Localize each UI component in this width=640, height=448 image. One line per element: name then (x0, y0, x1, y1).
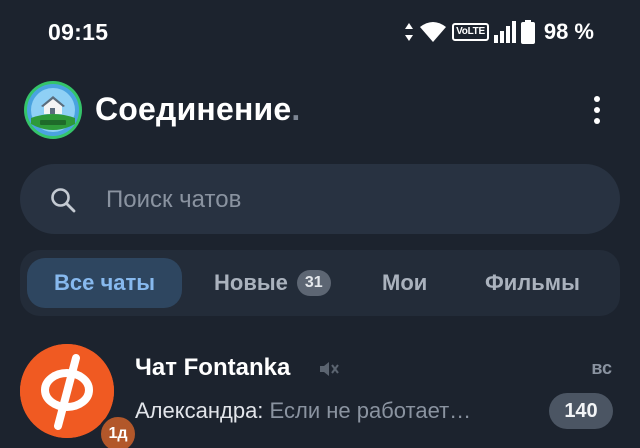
title-text: Соединение (95, 91, 292, 127)
house-logo-icon[interactable] (24, 81, 82, 139)
chat-time: вс (591, 358, 612, 378)
data-arrows-icon (405, 23, 414, 41)
status-icons: VoLTE 98 % (404, 18, 594, 46)
title-suffix: . (291, 91, 301, 127)
volte-icon: VoLTE (452, 23, 489, 41)
more-vertical-icon[interactable] (584, 90, 610, 130)
tab-new[interactable]: Новые 31 (214, 258, 331, 308)
mute-icon (320, 362, 339, 376)
tab-mine[interactable]: Мои (382, 258, 427, 308)
battery-percent: 98 % (543, 19, 594, 44)
unread-badge: 31 (296, 270, 331, 296)
wifi-icon (420, 22, 447, 42)
search-icon (51, 188, 76, 213)
status-bar: 09:15 VoLTE 98 % (0, 0, 640, 64)
tab-all-chats[interactable]: Все чаты (27, 258, 183, 308)
signal-icon (493, 21, 516, 43)
app-header: Соединение. (0, 74, 640, 146)
chat-sender: Александра: (135, 398, 264, 423)
battery-icon (520, 20, 535, 44)
tab-label: Все чаты (54, 270, 156, 295)
chat-preview: Александра: Если не работает… (135, 398, 471, 424)
chat-message: Если не работает… (263, 398, 472, 423)
search-input[interactable]: Поиск чатов (20, 164, 620, 234)
tab-label: Мои (382, 270, 428, 295)
tab-label: Фильмы (485, 270, 580, 295)
status-time: 09:15 (48, 19, 109, 45)
tab-label: Новые (214, 270, 288, 295)
chat-folder-tabs: Все чаты Новые 31 Мои Фильмы (20, 250, 620, 316)
unread-count-badge: 140 (549, 393, 613, 429)
chat-list-item[interactable]: 1д Чат Fontanka вс Александра: Если не р… (0, 332, 640, 448)
folder-badge: 1д (98, 414, 138, 448)
tab-films[interactable]: Фильмы (485, 258, 580, 308)
avatar: 1д (20, 344, 138, 448)
page-title: Соединение. (95, 91, 300, 128)
chat-name: Чат Fontanka (135, 354, 291, 381)
search-placeholder: Поиск чатов (106, 186, 242, 213)
